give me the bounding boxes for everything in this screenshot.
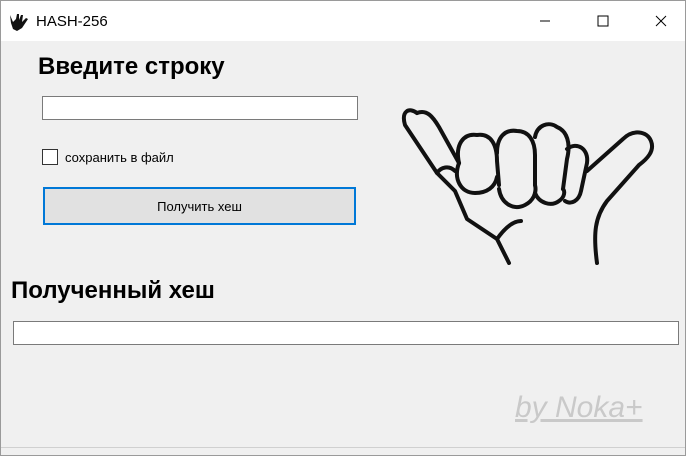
string-input[interactable] <box>42 96 358 120</box>
output-heading: Полученный хеш <box>11 277 215 304</box>
minimize-icon <box>540 20 550 22</box>
window-title: HASH-256 <box>36 13 108 30</box>
get-hash-button-label: Получить хеш <box>157 198 242 214</box>
get-hash-button[interactable]: Получить хеш <box>43 187 356 225</box>
minimize-button[interactable] <box>516 1 574 41</box>
hash-output-field[interactable] <box>13 321 679 345</box>
maximize-icon <box>597 15 609 27</box>
maximize-button[interactable] <box>574 1 632 41</box>
input-heading: Введите строку <box>38 53 225 80</box>
close-button[interactable] <box>632 1 688 41</box>
save-to-file-checkbox[interactable] <box>42 149 58 165</box>
app-window: HASH-256 Введите строку сохранить в файл… <box>0 0 686 456</box>
author-signature: by Noka+ <box>515 391 643 424</box>
window-bottom-edge <box>1 447 685 448</box>
close-icon <box>655 15 667 27</box>
hand-shaka-icon <box>402 108 654 265</box>
hand-shaka-icon <box>10 14 28 31</box>
save-to-file-label[interactable]: сохранить в файл <box>65 150 174 165</box>
title-bar[interactable]: HASH-256 <box>1 1 685 41</box>
